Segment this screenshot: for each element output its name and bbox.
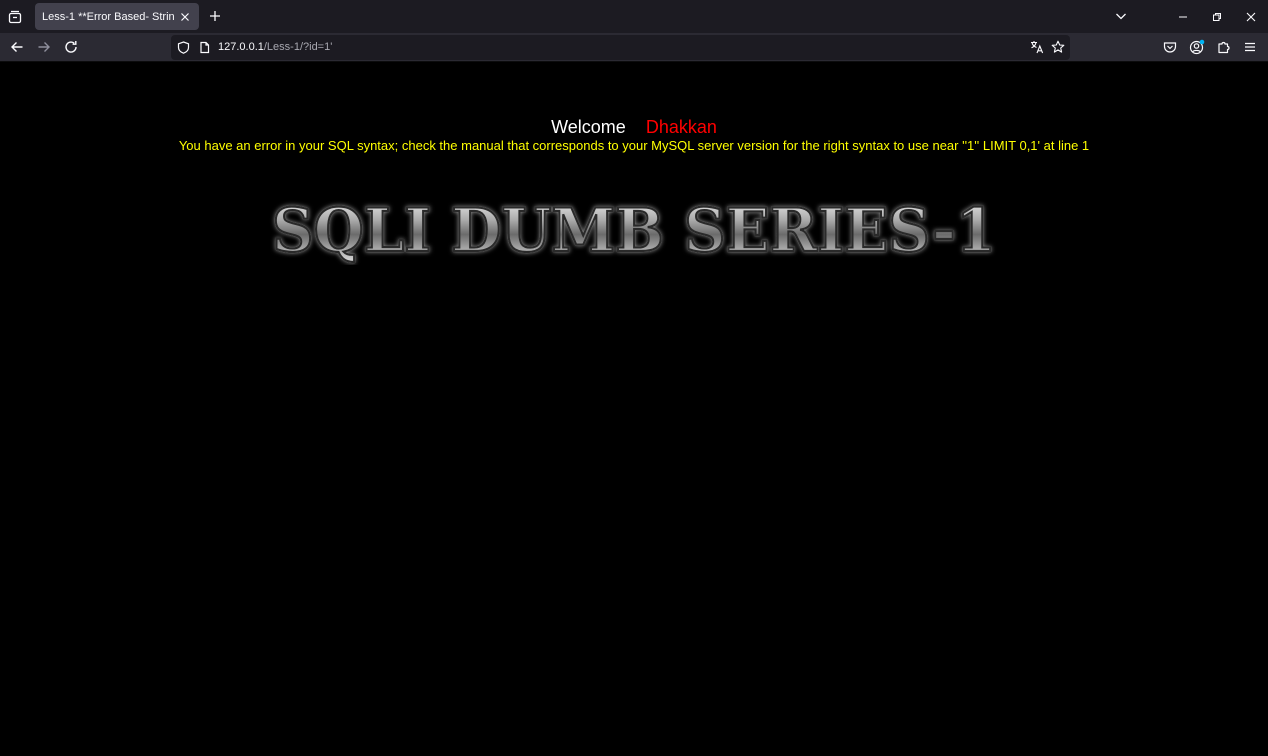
arrow-left-icon (11, 42, 23, 52)
hamburger-icon (1245, 42, 1255, 52)
browser-titlebar: Less-1 **Error Based- String** (0, 0, 1268, 33)
tab-active[interactable]: Less-1 **Error Based- String** (35, 3, 199, 30)
sql-error-message: You have an error in your SQL syntax; ch… (178, 138, 1090, 153)
puzzle-icon (1218, 41, 1230, 54)
translate-icon[interactable] (1029, 39, 1045, 55)
user-name: Dhakkan (645, 117, 717, 137)
series-logo: SQLI DUMB SERIES-1 (266, 199, 1002, 265)
tab-title: Less-1 **Error Based- String** (42, 10, 175, 23)
list-all-tabs-button[interactable] (1111, 6, 1131, 26)
url-text[interactable]: 127.0.0.1/Less-1/?id=1' (218, 41, 332, 53)
tab-list-icon (8, 10, 22, 24)
forward-button[interactable] (33, 36, 55, 58)
url-host: 127.0.0.1 (218, 41, 264, 53)
extensions-button[interactable] (1213, 36, 1235, 58)
welcome-line: Welcome Dhakkan (0, 116, 1268, 138)
minimize-button[interactable] (1166, 0, 1200, 33)
account-button[interactable] (1186, 36, 1208, 58)
pocket-button[interactable] (1159, 36, 1181, 58)
page-content: Welcome Dhakkan You have an error in your… (0, 63, 1268, 756)
tab-list-button[interactable] (0, 0, 30, 33)
close-icon (181, 12, 189, 21)
close-icon (1246, 12, 1256, 21)
close-window-button[interactable] (1234, 0, 1268, 33)
page-info-icon[interactable] (196, 39, 212, 55)
app-menu-button[interactable] (1239, 36, 1261, 58)
tracking-protection-icon[interactable] (175, 39, 191, 55)
account-icon (1189, 39, 1205, 55)
address-bar[interactable]: 127.0.0.1/Less-1/?id=1' (171, 35, 1070, 60)
pocket-icon (1163, 42, 1177, 53)
minimize-icon (1179, 16, 1187, 17)
reload-button[interactable] (60, 36, 82, 58)
logo-text: SQLI DUMB SERIES-1 (272, 199, 996, 265)
reload-icon (65, 41, 77, 53)
plus-icon (210, 11, 220, 21)
url-path: /Less-1/?id=1' (263, 41, 333, 53)
browser-navbar: 127.0.0.1/Less-1/?id=1' (0, 33, 1268, 62)
restore-button[interactable] (1200, 0, 1234, 33)
tab-close-button[interactable] (175, 7, 195, 27)
welcome-label: Welcome (551, 117, 626, 137)
new-tab-button[interactable] (205, 6, 225, 26)
restore-icon (1213, 12, 1221, 21)
back-button[interactable] (6, 36, 28, 58)
arrow-right-icon (38, 42, 50, 52)
chevron-down-icon (1116, 13, 1126, 20)
bookmark-star-icon[interactable] (1050, 39, 1066, 55)
